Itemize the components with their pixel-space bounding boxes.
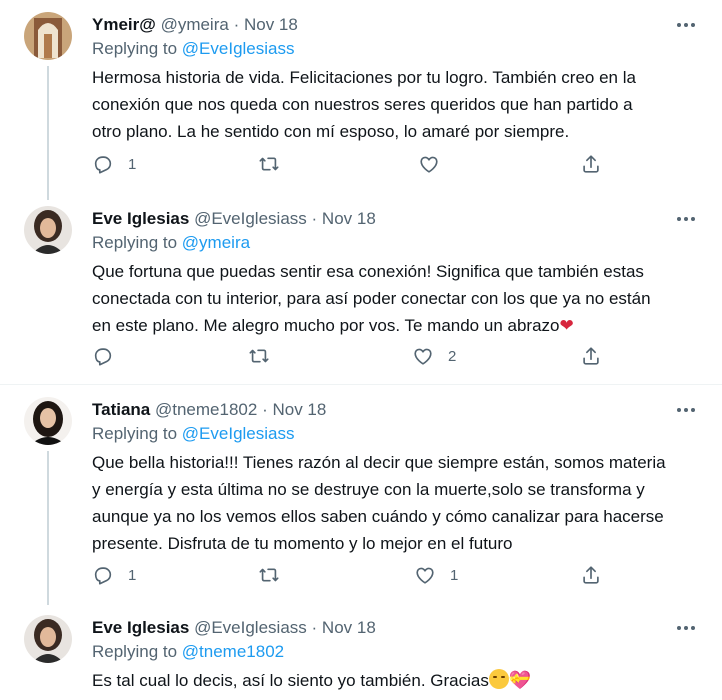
reply-button[interactable] — [92, 344, 128, 368]
reply-icon — [94, 156, 112, 174]
tweet[interactable]: Eve Iglesias @EveIglesiass · Nov 18 Repl… — [0, 196, 722, 384]
tweet[interactable]: Eve Iglesias @EveIglesiass · Nov 18 Repl… — [0, 605, 722, 700]
tweet-header: Tatiana @tneme1802 · Nov 18 — [92, 399, 702, 421]
tweet-text-line: presente. Disfruta de tu momento y lo me… — [92, 534, 513, 553]
separator: · — [311, 618, 318, 637]
reply-icon — [94, 567, 112, 585]
display-name[interactable]: Eve Iglesias — [92, 618, 189, 637]
retweet-icon — [259, 157, 279, 171]
retweet-button[interactable] — [258, 563, 294, 587]
username[interactable]: @ymeira — [161, 15, 229, 34]
reply-count: 1 — [128, 155, 137, 173]
more-icon[interactable] — [674, 617, 698, 639]
username[interactable]: @tneme1802 — [155, 400, 257, 419]
avatar[interactable] — [24, 615, 72, 663]
more-icon[interactable] — [674, 14, 698, 36]
tweet-text-line: en este plano. Me alegro mucho por vos. … — [92, 316, 560, 335]
like-icon — [416, 567, 434, 584]
tweet-text-line: y energía y esta última no se destruye c… — [92, 480, 645, 499]
tweet-text: Que fortuna que puedas sentir esa conexi… — [92, 258, 702, 339]
more-icon[interactable] — [674, 208, 698, 230]
like-button[interactable]: 1 — [414, 563, 458, 587]
display-name[interactable]: Ymeir@ — [92, 15, 156, 34]
share-button[interactable] — [580, 344, 602, 368]
share-icon — [583, 347, 599, 365]
tweet[interactable]: Tatiana @tneme1802 · Nov 18 Replying to … — [0, 385, 722, 605]
display-name[interactable]: Tatiana — [92, 400, 150, 419]
tweet-header: Eve Iglesias @EveIglesiass · Nov 18 — [92, 617, 702, 639]
retweet-button[interactable] — [258, 152, 294, 176]
mention-link[interactable]: @EveIglesiass — [182, 424, 295, 443]
like-icon — [414, 348, 432, 365]
tweet-actions: 1 — [92, 152, 612, 176]
replying-prefix: Replying to — [92, 424, 178, 443]
like-icon — [420, 156, 438, 173]
thread-line — [47, 66, 49, 200]
retweet-icon — [259, 568, 279, 582]
tweet-text-line: Que bella historia!!! Tienes razón al de… — [92, 453, 666, 472]
mention-link[interactable]: @tneme1802 — [182, 642, 284, 661]
share-button[interactable] — [580, 152, 602, 176]
reply-button[interactable]: 1 — [92, 152, 136, 176]
tweet-header: Eve Iglesias @EveIglesiass · Nov 18 — [92, 208, 702, 230]
share-icon — [583, 155, 599, 173]
reply-count: 1 — [128, 566, 137, 584]
replying-to: Replying to @ymeira — [92, 232, 702, 254]
more-icon[interactable] — [674, 399, 698, 421]
share-icon — [583, 566, 599, 584]
tweet-text-line: Que fortuna que puedas sentir esa conexi… — [92, 262, 644, 281]
heart-emoji: ❤ — [559, 316, 574, 335]
replying-to: Replying to @EveIglesiass — [92, 38, 702, 60]
avatar[interactable] — [24, 12, 72, 60]
replying-to: Replying to @tneme1802 — [92, 641, 702, 663]
heart-gift-emoji: 💝 — [508, 670, 532, 690]
tweet-text-line: Hermosa historia de vida. Felicitaciones… — [92, 68, 636, 87]
tweet-text-line: aunque ya no los vemos ellos saben cuánd… — [92, 507, 664, 526]
like-button[interactable]: 2 — [412, 344, 456, 368]
tweet-text-line: Es tal cual lo decis, así lo siento yo t… — [92, 671, 489, 690]
tweet-text-line: otro plano. La he sentido con mí esposo,… — [92, 122, 570, 141]
separator: · — [233, 15, 240, 34]
share-button[interactable] — [580, 563, 602, 587]
replying-prefix: Replying to — [92, 39, 178, 58]
retweet-button[interactable] — [248, 344, 284, 368]
timestamp[interactable]: Nov 18 — [322, 209, 376, 228]
tweet-actions: 2 — [92, 344, 612, 368]
thread-line — [47, 451, 49, 605]
username[interactable]: @EveIglesiass — [194, 618, 307, 637]
mention-link[interactable]: @ymeira — [182, 233, 250, 252]
like-button[interactable] — [418, 152, 454, 176]
tweet-text-line: conexión que nos queda con nuestros sere… — [92, 95, 633, 114]
tweet-text: Que bella historia!!! Tienes razón al de… — [92, 449, 702, 557]
tweet-actions: 1 1 — [92, 563, 612, 587]
reply-button[interactable]: 1 — [92, 563, 136, 587]
timestamp[interactable]: Nov 18 — [322, 618, 376, 637]
separator: · — [262, 400, 268, 419]
timestamp[interactable]: Nov 18 — [272, 400, 326, 419]
avatar[interactable] — [24, 397, 72, 445]
replying-prefix: Replying to — [92, 642, 178, 661]
like-count: 2 — [448, 347, 457, 365]
tweet-text: Es tal cual lo decis, así lo siento yo t… — [92, 667, 702, 694]
timestamp[interactable]: Nov 18 — [244, 15, 298, 34]
retweet-icon — [249, 349, 269, 363]
avatar[interactable] — [24, 206, 72, 254]
like-count: 1 — [450, 566, 459, 584]
replying-prefix: Replying to — [92, 233, 178, 252]
replying-to: Replying to @EveIglesiass — [92, 423, 702, 445]
tweet-text: Hermosa historia de vida. Felicitaciones… — [92, 64, 702, 145]
display-name[interactable]: Eve Iglesias — [92, 209, 189, 228]
reply-icon — [94, 348, 112, 366]
tweet-header: Ymeir@ @ymeira · Nov 18 — [92, 14, 702, 36]
tweet[interactable]: Ymeir@ @ymeira · Nov 18 Replying to @Eve… — [0, 0, 722, 200]
username[interactable]: @EveIglesiass — [194, 209, 307, 228]
smiling-face-emoji — [488, 669, 509, 689]
mention-link[interactable]: @EveIglesiass — [182, 39, 295, 58]
tweet-text-line: conectada con tu interior, para así pode… — [92, 289, 651, 308]
separator: · — [311, 209, 318, 228]
